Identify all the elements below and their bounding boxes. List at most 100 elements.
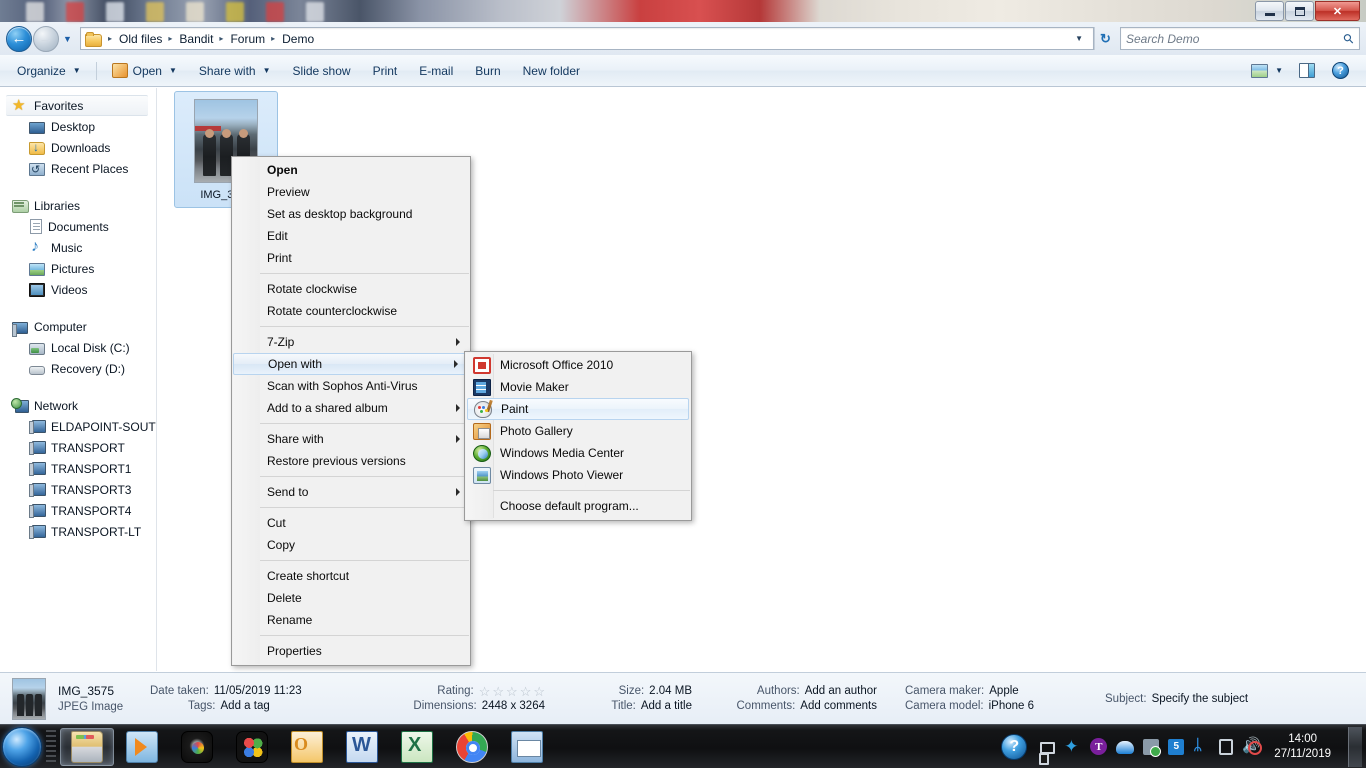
toolbar-email-button[interactable]: E-mail: [408, 59, 464, 83]
start-button[interactable]: [2, 727, 42, 767]
volume-muted-icon[interactable]: 🔊: [1242, 738, 1259, 755]
context-menu-item-restore-previous-versions[interactable]: Restore previous versions: [232, 450, 470, 472]
search-box[interactable]: Search Demo ⚲: [1120, 27, 1360, 50]
usb-icon[interactable]: [1219, 739, 1233, 755]
submenu-item-movie-maker[interactable]: Movie Maker: [465, 376, 691, 398]
toolbar-burn-button[interactable]: Burn: [464, 59, 511, 83]
sidebar-item-pictures[interactable]: Pictures: [0, 258, 156, 279]
submenu-item-choose-default-program[interactable]: Choose default program...: [465, 495, 691, 517]
sidebar-item-documents[interactable]: Documents: [0, 216, 156, 237]
refresh-button[interactable]: ↻: [1094, 27, 1116, 50]
details-tags[interactable]: Tags: Add a tag: [150, 700, 355, 712]
taskbar-button-windows-media-player[interactable]: [115, 728, 169, 766]
context-menu-item-send-to[interactable]: Send to: [232, 481, 470, 503]
change-view-button[interactable]: ▼: [1245, 60, 1289, 82]
breadcrumb-separator[interactable]: ▸: [215, 34, 228, 43]
context-menu-item-add-to-shared-album[interactable]: Add to a shared album: [232, 397, 470, 419]
security-shield-icon[interactable]: 5: [1168, 739, 1184, 755]
maximize-restore-button[interactable]: [1285, 1, 1314, 21]
clock[interactable]: 14:00 27/11/2019: [1274, 732, 1331, 762]
details-authors[interactable]: Authors: Add an author: [757, 685, 877, 697]
navigation-pane[interactable]: Favorites Desktop Downloads Recent Place…: [0, 88, 157, 671]
details-date-taken[interactable]: Date taken: 11/05/2019 11:23: [150, 685, 355, 697]
bluetooth-icon[interactable]: ᛦ: [1193, 738, 1210, 755]
submenu-item-photo-gallery[interactable]: Photo Gallery: [465, 420, 691, 442]
breadcrumb-item-2[interactable]: Forum: [228, 32, 267, 46]
context-menu-item-cut[interactable]: Cut: [232, 512, 470, 534]
sidebar-item-music[interactable]: Music: [0, 237, 156, 258]
breadcrumb-item-1[interactable]: Bandit: [177, 32, 215, 46]
taskbar-button-chrome[interactable]: [445, 728, 499, 766]
sidebar-item-transport1[interactable]: TRANSPORT1: [0, 458, 156, 479]
breadcrumb-separator[interactable]: ▸: [164, 34, 177, 43]
open-with-submenu[interactable]: Microsoft Office 2010 Movie Maker Paint …: [464, 351, 692, 521]
toolbar-share-with-button[interactable]: Share with ▼: [188, 59, 282, 83]
sidebar-item-desktop[interactable]: Desktop: [0, 116, 156, 137]
context-menu-item-open[interactable]: Open: [232, 159, 470, 181]
context-menu-item-properties[interactable]: Properties: [232, 640, 470, 662]
context-menu-item-share-with[interactable]: Share with: [232, 428, 470, 450]
star-5[interactable]: ☆: [533, 686, 545, 697]
taskbar-button-outlook[interactable]: [280, 728, 334, 766]
breadcrumb-item-3[interactable]: Demo: [280, 32, 316, 46]
toolbar-new-folder-button[interactable]: New folder: [512, 59, 591, 83]
context-menu-item-preview[interactable]: Preview: [232, 181, 470, 203]
back-button[interactable]: ←: [6, 26, 32, 52]
sidebar-item-recovery-d[interactable]: Recovery (D:): [0, 358, 156, 379]
details-comments[interactable]: Comments: Add comments: [737, 700, 878, 712]
submenu-item-microsoft-office-2010[interactable]: Microsoft Office 2010: [465, 354, 691, 376]
sidebar-item-downloads[interactable]: Downloads: [0, 137, 156, 158]
preview-pane-button[interactable]: [1291, 59, 1323, 82]
context-menu-item-print[interactable]: Print: [232, 247, 470, 269]
taskbar-button-word[interactable]: [335, 728, 389, 766]
context-menu-item-rotate-clockwise[interactable]: Rotate clockwise: [232, 278, 470, 300]
breadcrumb-separator[interactable]: ▸: [267, 34, 280, 43]
minimize-button[interactable]: [1255, 1, 1284, 21]
address-bar[interactable]: ▸ Old files ▸ Bandit ▸ Forum ▸ Demo ▼: [80, 27, 1094, 50]
rating-stars[interactable]: ☆ ☆ ☆ ☆ ☆: [479, 686, 545, 697]
context-menu-item-7-zip[interactable]: 7-Zip: [232, 331, 470, 353]
submenu-item-paint[interactable]: Paint: [467, 398, 689, 420]
context-menu-item-open-with[interactable]: Open with: [233, 353, 469, 375]
address-dropdown-icon[interactable]: ▼: [1067, 34, 1091, 43]
cloud-icon[interactable]: [1116, 741, 1134, 754]
sidebar-item-videos[interactable]: Videos: [0, 279, 156, 300]
context-menu-item-scan-with-sophos[interactable]: Scan with Sophos Anti-Virus: [232, 375, 470, 397]
taskbar-grip[interactable]: [46, 730, 56, 764]
toolbar-print-button[interactable]: Print: [362, 59, 409, 83]
intel-icon[interactable]: ✦: [1064, 738, 1081, 755]
context-menu-item-edit[interactable]: Edit: [232, 225, 470, 247]
help-button[interactable]: ?: [1325, 58, 1356, 83]
star-2[interactable]: ☆: [492, 686, 504, 697]
submenu-item-windows-media-center[interactable]: Windows Media Center: [465, 442, 691, 464]
details-rating[interactable]: Rating: ☆ ☆ ☆ ☆ ☆: [437, 685, 545, 697]
sidebar-item-transport-lt[interactable]: TRANSPORT-LT: [0, 521, 156, 542]
taskbar-button-media-app[interactable]: [170, 728, 224, 766]
details-subject[interactable]: Subject: Specify the subject: [1105, 693, 1366, 705]
breadcrumb-separator[interactable]: ▸: [104, 34, 117, 43]
details-title[interactable]: Title: Add a title: [611, 700, 692, 712]
context-menu-item-rotate-counterclockwise[interactable]: Rotate counterclockwise: [232, 300, 470, 322]
breadcrumb-item-0[interactable]: Old files: [117, 32, 164, 46]
sidebar-item-computer[interactable]: Computer: [0, 316, 156, 337]
taskbar-button-explorer[interactable]: [60, 728, 114, 766]
toolbar-slide-show-button[interactable]: Slide show: [282, 59, 362, 83]
star-4[interactable]: ☆: [520, 686, 532, 697]
sidebar-item-network[interactable]: Network: [0, 395, 156, 416]
network-icon[interactable]: [1040, 742, 1055, 754]
sidebar-item-transport[interactable]: TRANSPORT: [0, 437, 156, 458]
sidebar-item-local-disk-c[interactable]: Local Disk (C:): [0, 337, 156, 358]
recent-locations-dropdown[interactable]: ▼: [61, 34, 74, 44]
taskbar-button-excel[interactable]: [390, 728, 444, 766]
sidebar-item-recent-places[interactable]: Recent Places: [0, 158, 156, 179]
taskbar-button-puzzle-app[interactable]: [225, 728, 279, 766]
toolbar-open-button[interactable]: Open ▼: [101, 58, 188, 83]
sidebar-item-transport4[interactable]: TRANSPORT4: [0, 500, 156, 521]
close-button[interactable]: ✕: [1315, 1, 1360, 21]
sidebar-item-favorites[interactable]: Favorites: [6, 95, 148, 116]
star-1[interactable]: ☆: [479, 686, 491, 697]
help-icon[interactable]: ?: [1001, 734, 1027, 760]
puzzle-icon[interactable]: [1143, 739, 1159, 755]
sidebar-item-transport3[interactable]: TRANSPORT3: [0, 479, 156, 500]
teams-icon[interactable]: T: [1090, 738, 1107, 755]
